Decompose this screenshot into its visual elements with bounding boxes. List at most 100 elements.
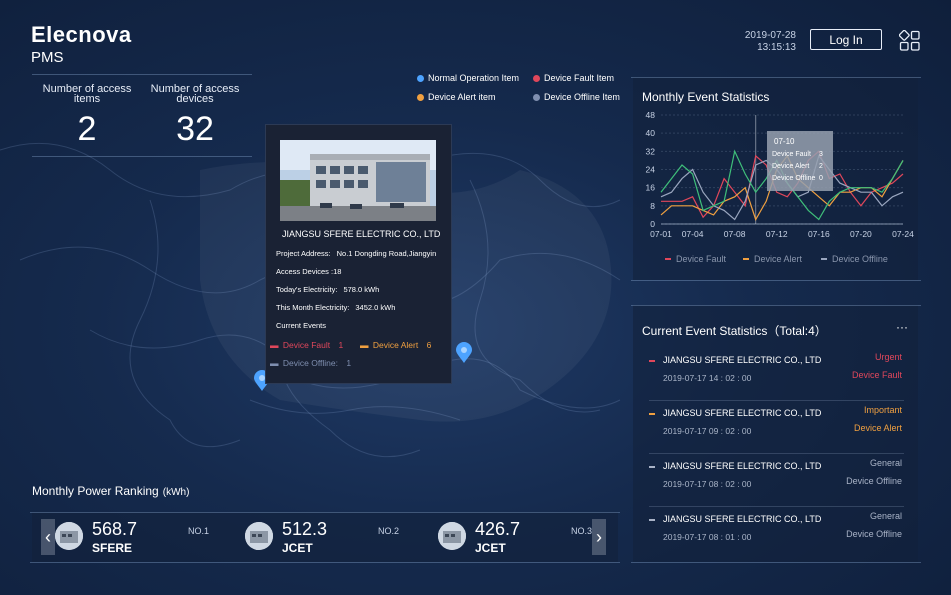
event-level: Urgent — [874, 352, 902, 362]
building-photo — [280, 140, 436, 221]
x-tick-label: 07-08 — [724, 229, 746, 239]
event-type: Device Offline — [846, 476, 902, 486]
stat-label: Number of access items — [42, 83, 132, 105]
popup-fault-row: ▬ Device Fault 1 — [270, 340, 343, 350]
ranking-name: JCET — [475, 541, 506, 555]
alert-mark: ▬ — [360, 340, 369, 350]
ranking-unit: (kWh) — [162, 487, 190, 498]
legend-label: Device Alert — [754, 254, 803, 264]
event-total: （Total:4） — [767, 324, 827, 338]
tooltip-label: Device Offline — [772, 175, 816, 182]
project-thumbnail — [55, 522, 83, 550]
x-tick-label: 07-01 — [650, 229, 672, 239]
event-time: 2019-07-17 08 : 01 : 00 — [663, 532, 752, 542]
ranking-position: NO.2 — [378, 526, 400, 536]
legend-fault: Device Fault Item — [533, 73, 614, 83]
y-tick-label: 24 — [646, 165, 656, 175]
ranking-title-text: Monthly Power Ranking — [32, 484, 159, 498]
tooltip-row: Device Offline — [772, 175, 815, 182]
map-marker-normal-icon[interactable] — [455, 342, 473, 364]
event-company: JIANGSU SFERE ELECTRIC CO., LTD — [663, 514, 822, 524]
event-time: 2019-07-17 14 : 02 : 00 — [663, 373, 752, 383]
event-title-text: Current Event Statistics — [642, 324, 768, 338]
more-icon[interactable]: ··· — [896, 320, 908, 334]
current-time: 13:15:13 — [757, 42, 796, 53]
stat-value: 2 — [77, 110, 97, 148]
project-popup: JIANGSU SFERE ELECTRIC CO., LTD Project … — [265, 124, 452, 384]
offline-label: Device Offline: — [282, 358, 338, 368]
legend-label: Device Offline — [832, 254, 888, 264]
ranking-title: Monthly Power Ranking (kWh) — [32, 484, 189, 498]
popup-access-devices: Access Devices :18 — [276, 267, 342, 276]
grid-apps-icon[interactable] — [899, 30, 921, 52]
tooltip-date: 07-10 — [774, 137, 795, 146]
event-level: General — [869, 458, 902, 468]
login-button[interactable]: Log In — [810, 29, 882, 50]
divider — [649, 506, 904, 507]
tooltip-label: Device Alert — [772, 163, 810, 170]
event-company: JIANGSU SFERE ELECTRIC CO., LTD — [663, 355, 822, 365]
legend-alert: Device Alert item — [417, 92, 496, 102]
divider — [649, 400, 904, 401]
popup-alert-row: ▬ Device Alert 6 — [360, 340, 431, 350]
event-company: JIANGSU SFERE ELECTRIC CO., LTD — [663, 408, 822, 418]
address-value: No.1 Dongding Road,Jiangyin — [336, 249, 437, 258]
brand-subtitle: PMS — [31, 49, 64, 66]
legend-offline: Device Offline Item — [533, 92, 620, 102]
month-label: This Month Electricity: — [276, 303, 350, 312]
x-tick-label: 07-24 — [892, 229, 914, 239]
legend-label: Normal Operation Item — [428, 73, 520, 83]
ranking-position: NO.1 — [188, 526, 210, 536]
access-stats: Number of access items 2 Number of acces… — [32, 74, 252, 157]
fault-label: Device Fault — [282, 340, 331, 350]
y-tick-label: 48 — [646, 110, 656, 120]
address-label: Project Address: — [276, 249, 331, 258]
offline-mark: ▬ — [270, 358, 279, 368]
event-time: 2019-07-17 09 : 02 : 00 — [663, 426, 752, 436]
dot-icon — [417, 74, 424, 82]
event-panel-title: Current Event Statistics（Total:4） — [642, 322, 827, 339]
alert-label: Device Alert — [372, 340, 419, 350]
today-value: 578.0 kWh — [343, 285, 380, 294]
x-tick-label: 07-20 — [850, 229, 872, 239]
event-level: Important — [863, 405, 902, 415]
popup-company: JIANGSU SFERE ELECTRIC CO., LTD — [282, 229, 441, 239]
dot-icon — [417, 93, 424, 101]
ranking-position: NO.3 — [571, 526, 593, 536]
event-item[interactable]: JIANGSU SFERE ELECTRIC CO., LTD 2019-07-… — [649, 349, 904, 401]
y-tick-label: 8 — [650, 201, 655, 211]
fault-mark: ▬ — [270, 340, 279, 350]
event-mark — [649, 413, 655, 415]
y-tick-label: 40 — [646, 128, 656, 138]
popup-today-electricity: Today's Electricity: 578.0 kWh — [276, 285, 379, 294]
chart-tooltip: 07-10 Device Fault 3 Device Alert 2 Devi… — [767, 131, 833, 191]
popup-address: Project Address: No.1 Dongding Road,Jiang… — [276, 249, 436, 258]
event-item[interactable]: JIANGSU SFERE ELECTRIC CO., LTD 2019-07-… — [649, 508, 904, 560]
popup-month-electricity: This Month Electricity: 3452.0 kWh — [276, 303, 395, 312]
dot-icon — [533, 93, 540, 101]
event-company: JIANGSU SFERE ELECTRIC CO., LTD — [663, 461, 822, 471]
dot-icon — [533, 74, 540, 82]
x-tick-label: 07-16 — [808, 229, 830, 239]
event-item[interactable]: JIANGSU SFERE ELECTRIC CO., LTD 2019-07-… — [649, 402, 904, 454]
stat-value: 32 — [176, 110, 214, 148]
legend-label: Device Fault Item — [544, 73, 615, 83]
divider — [649, 453, 904, 454]
tooltip-value: 0 — [819, 175, 823, 182]
tooltip-value: 2 — [819, 163, 823, 170]
offline-count: 1 — [346, 358, 352, 368]
y-tick-label: 32 — [646, 146, 656, 156]
chevron-left-icon[interactable]: ‹ — [41, 519, 55, 555]
chevron-right-icon[interactable]: › — [592, 519, 606, 555]
project-thumbnail — [245, 522, 273, 550]
event-time: 2019-07-17 08 : 02 : 00 — [663, 479, 752, 489]
event-mark — [649, 360, 655, 362]
brand-logo: Elecnova — [31, 22, 132, 47]
current-event-panel: Current Event Statistics（Total:4） ··· JI… — [631, 305, 921, 563]
ranking-value: 568.7 — [92, 519, 138, 539]
event-mark — [649, 519, 655, 521]
today-label: Today's Electricity: — [276, 285, 338, 294]
tooltip-row: Device Fault — [772, 151, 811, 158]
event-item[interactable]: JIANGSU SFERE ELECTRIC CO., LTD 2019-07-… — [649, 455, 904, 507]
ranking-name: SFERE — [92, 541, 133, 555]
